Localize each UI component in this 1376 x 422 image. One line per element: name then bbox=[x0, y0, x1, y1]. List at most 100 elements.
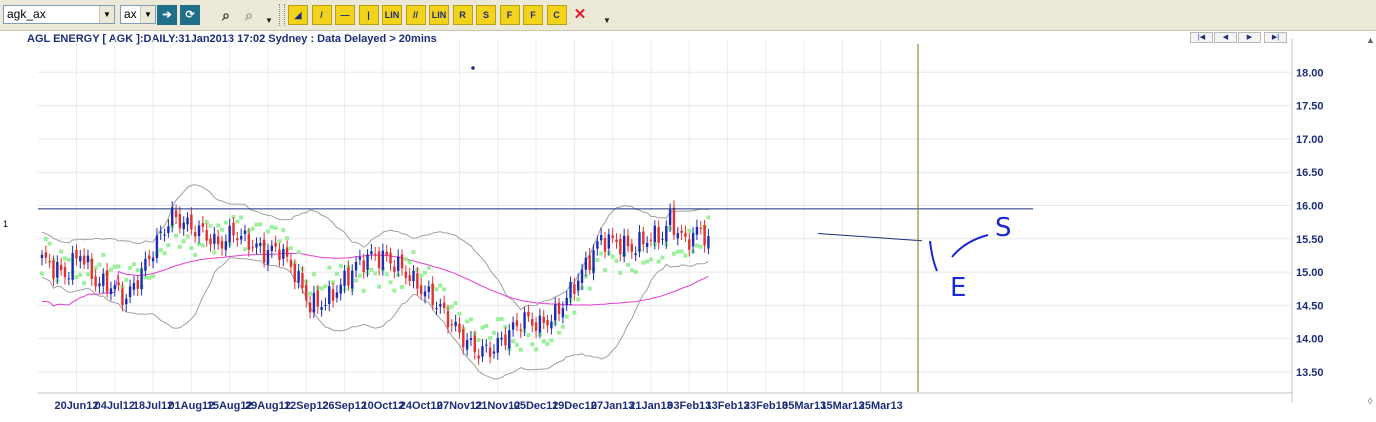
speed-lines-tool-icon[interactable]: S bbox=[476, 5, 496, 25]
candle-body bbox=[496, 337, 499, 353]
sar-dot bbox=[419, 273, 424, 278]
candle-body bbox=[194, 232, 197, 237]
sar-dot bbox=[108, 267, 113, 272]
regression-channel-tool-icon[interactable]: LIN bbox=[429, 5, 449, 25]
candle-body bbox=[220, 240, 224, 249]
candle-body bbox=[312, 292, 316, 313]
fibonacci-extension-tool-icon[interactable]: F bbox=[523, 5, 543, 25]
sar-dot bbox=[334, 271, 339, 276]
candle-body bbox=[676, 233, 679, 239]
binoculars-icon[interactable]: ⌕ bbox=[216, 5, 236, 25]
candle-body bbox=[44, 252, 48, 258]
candle-body bbox=[140, 268, 143, 290]
candle-body bbox=[82, 255, 86, 265]
candle-body bbox=[442, 302, 446, 309]
candle-body bbox=[469, 338, 473, 341]
refresh-icon[interactable]: ⟳ bbox=[180, 5, 200, 25]
candle-body bbox=[577, 280, 580, 291]
candle-body bbox=[262, 239, 266, 263]
candle-body bbox=[255, 243, 258, 248]
go-icon[interactable]: ➔ bbox=[157, 5, 177, 25]
price-chart-panel[interactable]: AGL ENERGY [ AGK ]:DAILY:31Jan2013 17:02… bbox=[0, 31, 1376, 422]
delete-drawings-tool-icon[interactable]: ✕ bbox=[570, 5, 590, 25]
sar-dot bbox=[641, 260, 646, 265]
x-tick-label: 10Oct12 bbox=[361, 400, 404, 412]
candle-body bbox=[622, 235, 626, 257]
sar-dot bbox=[311, 272, 316, 277]
y-tick-label: 13.50 bbox=[1296, 367, 1324, 379]
candle-body bbox=[534, 322, 538, 331]
market-combo[interactable]: ax ▼ bbox=[120, 5, 156, 24]
retracement-tool-icon[interactable]: R bbox=[452, 5, 473, 25]
sar-dot bbox=[101, 252, 106, 257]
sar-dot bbox=[254, 222, 259, 227]
candle-body bbox=[454, 321, 457, 326]
candle-body bbox=[75, 249, 78, 259]
toolbar-overflow-icon[interactable]: ▼ bbox=[265, 16, 273, 25]
sar-dot bbox=[675, 249, 680, 254]
candle-body bbox=[680, 230, 683, 233]
sar-dot bbox=[499, 317, 504, 322]
candle-body bbox=[155, 235, 159, 259]
binoculars-gray-icon[interactable]: ⌕ bbox=[239, 5, 259, 25]
candle-body bbox=[293, 263, 296, 283]
parallel-lines-tool-icon[interactable]: // bbox=[405, 5, 426, 25]
sar-dot bbox=[131, 262, 136, 267]
sar-dot bbox=[277, 239, 282, 244]
y-tick-label: 15.00 bbox=[1296, 267, 1324, 279]
candle-body bbox=[278, 249, 281, 261]
sar-dot bbox=[235, 219, 240, 224]
candle-body bbox=[672, 207, 676, 236]
candle-body bbox=[542, 316, 545, 323]
candle-body bbox=[316, 290, 319, 307]
sar-dot bbox=[242, 247, 247, 252]
x-tick-label: 26Sep12 bbox=[322, 400, 367, 412]
symbol-combo[interactable]: agk_ax ▼ bbox=[3, 5, 115, 24]
candle-body bbox=[665, 225, 668, 242]
candle-body bbox=[393, 266, 396, 272]
sar-dot bbox=[392, 288, 397, 293]
sar-dot bbox=[683, 253, 688, 258]
candle-body bbox=[649, 239, 653, 241]
fibonacci-fan-tool-icon[interactable]: F bbox=[499, 5, 520, 25]
candle-body bbox=[504, 334, 507, 346]
sar-dot bbox=[216, 223, 221, 228]
candle-body bbox=[354, 261, 358, 271]
candle-body bbox=[431, 283, 434, 306]
candle-body bbox=[458, 323, 461, 333]
candle-body bbox=[400, 254, 404, 269]
candle-body bbox=[362, 260, 365, 273]
candle-body bbox=[370, 251, 373, 254]
magnet-tool-icon[interactable]: ◢ bbox=[288, 5, 308, 25]
trendline-tool-icon[interactable]: / bbox=[311, 5, 332, 25]
candle-body bbox=[285, 247, 289, 257]
sar-dot bbox=[698, 244, 703, 249]
linear-regression-tool-icon[interactable]: LIN bbox=[382, 5, 402, 25]
candle-body bbox=[684, 232, 687, 237]
sar-dot bbox=[200, 243, 205, 248]
sar-dot bbox=[327, 265, 332, 270]
vertical-line-tool-icon[interactable]: | bbox=[358, 5, 379, 25]
chevron-down-icon[interactable]: ▼ bbox=[99, 6, 114, 23]
candle-body bbox=[550, 321, 553, 329]
cycle-tool-icon[interactable]: C bbox=[546, 5, 567, 25]
candle-body bbox=[477, 355, 480, 359]
sar-dot bbox=[185, 234, 190, 239]
sar-dot bbox=[442, 287, 447, 292]
sar-dot bbox=[453, 301, 458, 306]
candle-body bbox=[527, 312, 530, 317]
candle-body bbox=[182, 222, 185, 230]
y-tick-label: 16.50 bbox=[1296, 167, 1324, 179]
chart-canvas[interactable]: 18.00 17.50 17.00 16.50 16.00 15.50 15.00 14.50… bbox=[0, 31, 1376, 422]
sar-dot bbox=[434, 287, 439, 292]
candle-body bbox=[167, 226, 170, 233]
candle-body bbox=[473, 335, 476, 353]
chevron-down-icon[interactable]: ▼ bbox=[140, 6, 155, 23]
marker-dot bbox=[471, 66, 475, 70]
sar-dot bbox=[166, 243, 171, 248]
toolbar-grip[interactable] bbox=[279, 4, 285, 26]
sar-dot bbox=[541, 339, 546, 344]
sar-dot bbox=[162, 251, 167, 256]
horizontal-line-tool-icon[interactable]: — bbox=[335, 5, 355, 25]
toolbar-overflow-icon[interactable]: ▼ bbox=[603, 16, 611, 25]
